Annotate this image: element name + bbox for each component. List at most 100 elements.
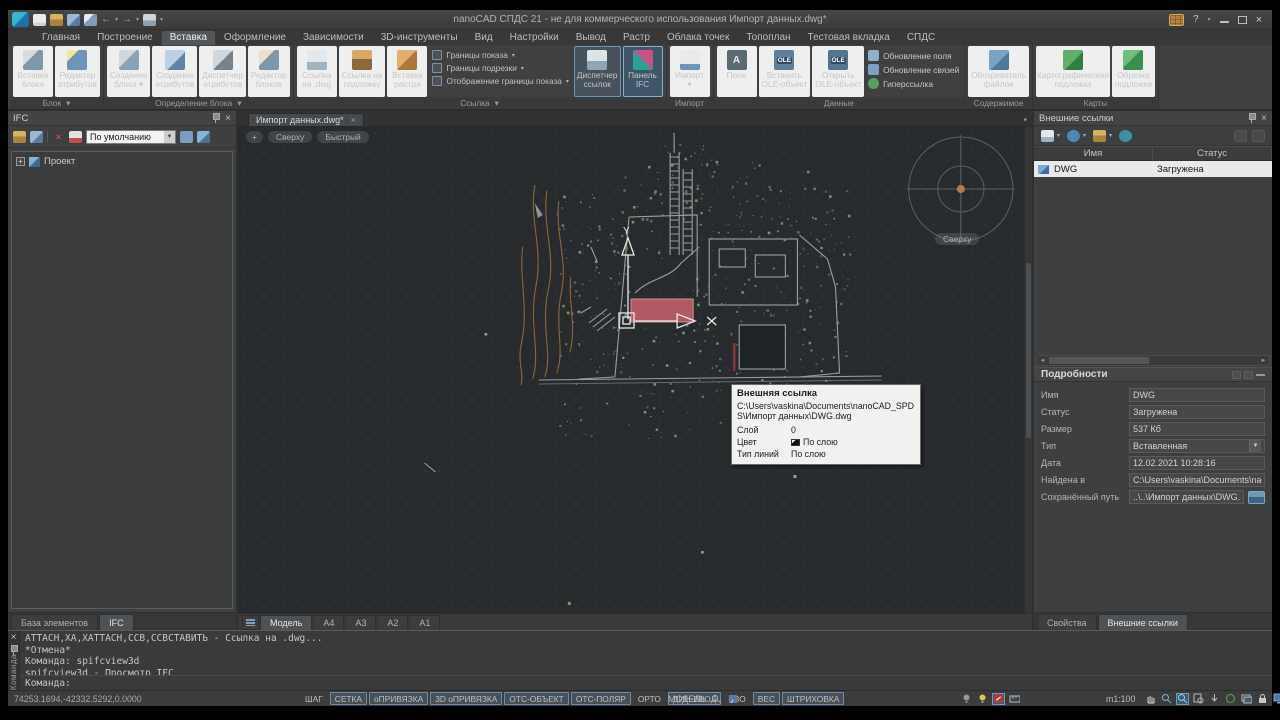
storey-combobox[interactable]: По умолчанию ▼ xyxy=(86,130,176,144)
ribbon-button-Редактор-блоков[interactable]: Редактор блоков xyxy=(248,46,290,97)
close-icon[interactable]: × xyxy=(225,114,231,123)
lock-icon[interactable] xyxy=(1256,693,1269,705)
sheet-list-icon[interactable] xyxy=(242,615,259,630)
ribbon-button-Поле[interactable]: AПоле xyxy=(717,46,757,97)
details-option-icon[interactable] xyxy=(1244,371,1253,379)
status-toggle-оПРИВЯЗКА[interactable]: оПРИВЯЗКА xyxy=(369,692,428,705)
ribbon-tab-СПДС[interactable]: СПДС xyxy=(899,31,943,45)
ribbon-button-Обозреватель-файлов[interactable]: Обозреватель файлов xyxy=(968,46,1029,97)
ribbon-button-Вставка-растра[interactable]: Вставка растра xyxy=(387,46,427,97)
panel-tab-Внешние ссылки[interactable]: Внешние ссылки xyxy=(1098,614,1188,630)
save-file-icon[interactable] xyxy=(67,14,80,26)
view-pill-Сверху[interactable]: Сверху xyxy=(268,131,312,143)
lamp-dim-icon[interactable] xyxy=(960,693,973,705)
ribbon-button-Панель-IFC[interactable]: Панель IFC xyxy=(623,46,663,97)
sheet-tab-Модель[interactable]: Модель xyxy=(260,615,312,630)
ribbon-button-Ссылка-на-подложку[interactable]: Ссылка на подложку xyxy=(339,46,386,97)
status-toggle-3D оПРИВЯЗКА[interactable]: 3D оПРИВЯЗКА xyxy=(430,692,502,705)
ribbon-button-Картографическая-подложка[interactable]: Картографическая подложка xyxy=(1036,46,1110,97)
ribbon-button-Обрезка-подложки[interactable]: Обрезка подложки xyxy=(1112,46,1155,97)
ribbon-tab-Настройки[interactable]: Настройки xyxy=(502,31,567,45)
ribbon-button-Создание-блока-▾[interactable]: Создание блока ▾ xyxy=(107,46,150,97)
scroll-left-icon[interactable]: ◄ xyxy=(1037,358,1048,364)
ribbon-tab-Оформление[interactable]: Оформление xyxy=(216,31,294,45)
ribbon-tab-3D-инструменты[interactable]: 3D-инструменты xyxy=(373,31,466,45)
command-prompt[interactable]: Команда: xyxy=(8,675,1272,690)
check-bounds-display[interactable]: Отображение границы показа▾ xyxy=(432,76,568,86)
canvas-vertical-scrollbar[interactable] xyxy=(1024,127,1032,613)
ribbon-tab-Вид[interactable]: Вид xyxy=(467,31,501,45)
ribbon-button-Открыть-OLE-объект[interactable]: OLEОткрыть OLE-объект xyxy=(812,46,864,97)
open-file-icon[interactable] xyxy=(50,14,63,26)
details-option-icon[interactable] xyxy=(1232,371,1241,379)
check-clip-bounds[interactable]: Границы подрезки▾ xyxy=(432,63,568,73)
compass-view-label[interactable]: Сверху xyxy=(935,233,979,245)
minimize-button[interactable] xyxy=(1220,21,1229,23)
tree-view-icon[interactable] xyxy=(1252,130,1265,142)
close-icon[interactable]: × xyxy=(1261,114,1267,123)
pin-icon[interactable] xyxy=(10,645,17,651)
panel-tab-IFC[interactable]: IFC xyxy=(99,614,134,630)
attach-dropdown-icon[interactable]: ▾ xyxy=(1057,132,1060,139)
scrollbar-thumb[interactable] xyxy=(1026,263,1031,438)
export-icon[interactable] xyxy=(69,131,82,143)
panel-tab-База элементов[interactable]: База элементов xyxy=(11,614,98,630)
back-dropdown-icon[interactable]: ▾ xyxy=(115,16,118,23)
ribbon-button-Вставка-блока[interactable]: Вставка блока xyxy=(13,46,53,97)
tab-list-icon[interactable]: ▾ xyxy=(1023,116,1027,124)
ribbon-tab-Вставка[interactable]: Вставка xyxy=(162,31,215,45)
sheet-tab-А3[interactable]: А3 xyxy=(345,615,376,630)
xref-highlight-rect[interactable] xyxy=(631,299,693,322)
ribbon-tab-Главная[interactable]: Главная xyxy=(34,31,88,45)
dropdown-icon[interactable]: ▾ xyxy=(566,78,569,85)
print-icon[interactable] xyxy=(143,14,156,26)
status-toggle-ШАГ[interactable]: ШАГ xyxy=(300,692,328,705)
ribbon-tab-Облака точек[interactable]: Облака точек xyxy=(659,31,737,45)
layers-icon[interactable] xyxy=(1240,693,1253,705)
expand-icon[interactable]: + xyxy=(16,157,25,166)
restore-button[interactable] xyxy=(1238,16,1247,24)
navigation-compass[interactable] xyxy=(907,135,1015,243)
pin-icon[interactable] xyxy=(212,113,219,123)
forward-icon[interactable]: → xyxy=(122,15,132,25)
sheet-tab-А1[interactable]: А1 xyxy=(409,615,440,630)
column-header-Статус[interactable]: Статус xyxy=(1153,147,1272,160)
status-toggle-ОТС-ОБЪЕКТ[interactable]: ОТС-ОБЪЕКТ xyxy=(504,692,568,705)
delete-icon[interactable]: × xyxy=(52,131,65,143)
ribbon-tab-Построение[interactable]: Построение xyxy=(89,31,161,45)
scale-indicator[interactable]: m1:100 xyxy=(1106,694,1135,704)
save-paths-icon[interactable] xyxy=(1234,130,1247,142)
ribbon-tab-Зависимости[interactable]: Зависимости xyxy=(295,31,372,45)
ribbon-tab-Растр[interactable]: Растр xyxy=(615,31,658,45)
refresh-xref-icon[interactable] xyxy=(1067,130,1080,142)
drawing-canvas[interactable]: Y +СверхуБыстрый xyxy=(238,127,1024,613)
link-hyperlink[interactable]: Гиперссылка xyxy=(868,78,959,89)
document-tab[interactable]: Импорт данных.dwg* × xyxy=(248,113,364,126)
sheet-tab-А2[interactable]: А2 xyxy=(377,615,408,630)
scrollbar-thumb[interactable] xyxy=(1049,357,1149,364)
browse-xref-icon[interactable] xyxy=(1093,130,1106,142)
space-switch-icon[interactable] xyxy=(710,693,723,705)
fullscreen-icon[interactable] xyxy=(1272,693,1280,705)
command-history[interactable]: ATTACH,XA,XATTACH,CCB,ССВСТАВИТЬ - Ссылк… xyxy=(8,631,1272,675)
dropdown-icon[interactable]: ▾ xyxy=(521,65,524,72)
ribbon-tab-Тестовая вкладка[interactable]: Тестовая вкладка xyxy=(800,31,898,45)
details-header[interactable]: Подробности xyxy=(1034,367,1272,382)
tab-close-icon[interactable]: × xyxy=(351,115,356,125)
attach-xref-icon[interactable] xyxy=(1041,130,1054,142)
pan-hand-icon[interactable] xyxy=(1144,693,1157,705)
link-update-field[interactable]: Обновление поля xyxy=(868,50,959,61)
ribbon-button-Ссылка-на-.dwg[interactable]: Ссылка на .dwg xyxy=(297,46,337,97)
status-toggle-СЕТКА[interactable]: СЕТКА xyxy=(330,692,367,705)
group-dropdown-icon[interactable]: ▾ xyxy=(495,98,499,108)
ribbon-button-Импорт-▾[interactable]: Импорт ▾ xyxy=(670,46,710,97)
tree-item-project[interactable]: + Проект xyxy=(16,156,228,167)
zoom-window-icon[interactable] xyxy=(1176,693,1189,705)
xref-horizontal-scrollbar[interactable]: ◄ ► xyxy=(1036,355,1270,366)
status-toggle-ОРТО[interactable]: ОРТО xyxy=(633,692,666,705)
apply-icon[interactable] xyxy=(1119,130,1132,142)
dropdown-icon[interactable]: ▾ xyxy=(512,52,515,59)
ribbon-button-Вставить-OLE-объект[interactable]: OLEВставить OLE-объект xyxy=(759,46,811,97)
ribbon-tab-Топоплан[interactable]: Топоплан xyxy=(738,31,798,45)
forward-dropdown-icon[interactable]: ▾ xyxy=(136,16,139,23)
